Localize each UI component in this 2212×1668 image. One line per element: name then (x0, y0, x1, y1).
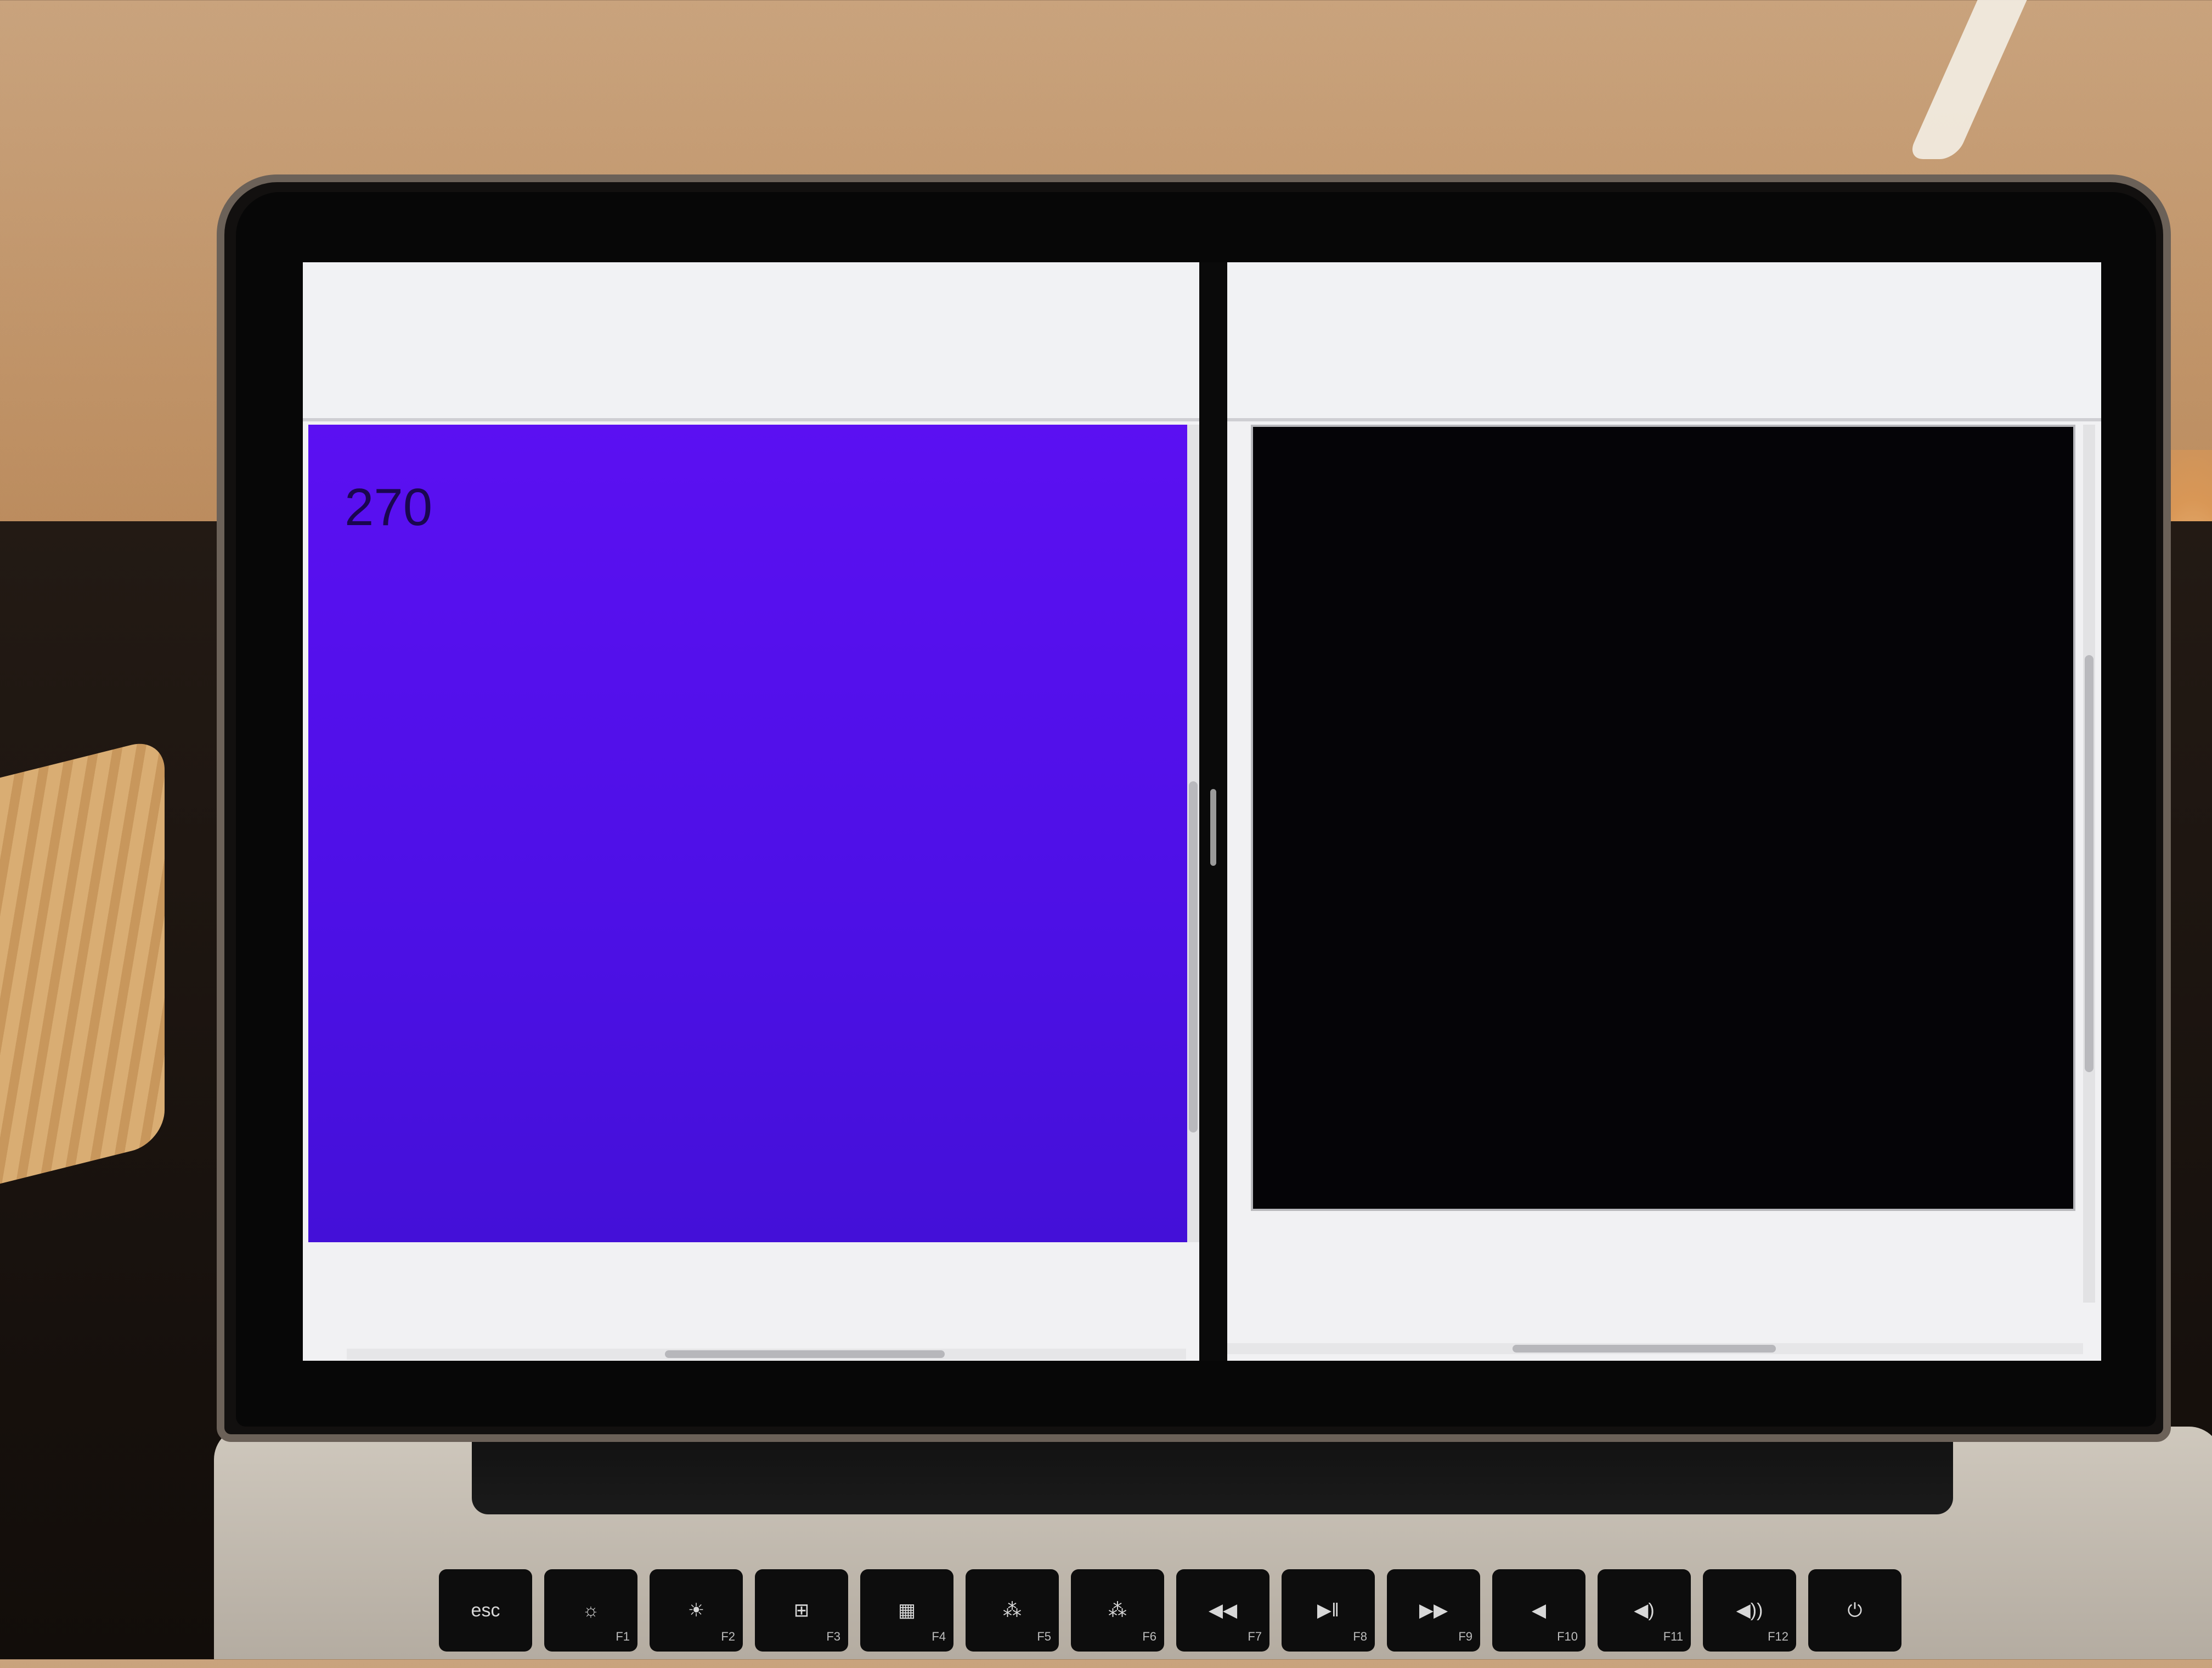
key-fn-label: F2 (721, 1630, 735, 1643)
purple-color-canvas[interactable]: 270 (308, 425, 1197, 1242)
key-label: ☼ (582, 1599, 600, 1621)
keyboard-key[interactable]: esc (439, 1569, 532, 1652)
right-vertical-scrollbar[interactable] (2083, 425, 2095, 1303)
screen: 270 (303, 262, 2101, 1361)
key-label: ◀) (1634, 1600, 1655, 1621)
split-view-divider[interactable] (1199, 262, 1227, 1361)
toolbar-divider (1227, 418, 2101, 421)
keyboard-key[interactable]: ◀◀ F7 (1176, 1569, 1269, 1652)
keyboard-key[interactable]: ⁂ F5 (966, 1569, 1059, 1652)
key-label: ⏻ (1847, 1599, 1863, 1621)
keyboard-key[interactable]: ▶‖ F8 (1282, 1569, 1375, 1652)
left-pane-toolbar (303, 262, 1199, 421)
left-horizontal-scrollbar[interactable] (347, 1349, 1186, 1360)
key-label: ▶‖ (1317, 1600, 1340, 1621)
key-fn-label: F3 (826, 1630, 840, 1643)
key-label: ☀ (687, 1600, 705, 1621)
keyboard-key[interactable]: ☀ F2 (650, 1569, 743, 1652)
keyboard-key[interactable]: ⊞ F3 (755, 1569, 848, 1652)
key-label: ◀ (1531, 1600, 1547, 1621)
keyboard-key[interactable]: ☼ F1 (544, 1569, 637, 1652)
keyboard-key[interactable]: ◀) F11 (1598, 1569, 1691, 1652)
key-label: ▦ (898, 1600, 916, 1621)
keyboard-key[interactable]: ▶▶ F9 (1387, 1569, 1480, 1652)
wooden-stand (0, 736, 165, 1184)
key-fn-label: F10 (1557, 1630, 1578, 1643)
key-label: ⁂ (1108, 1600, 1127, 1621)
key-fn-label: F5 (1037, 1630, 1051, 1643)
key-fn-label: F7 (1248, 1630, 1262, 1643)
left-vertical-scroll-thumb[interactable] (1189, 781, 1198, 1132)
key-label: ◀◀ (1208, 1600, 1238, 1621)
lamp (1906, 0, 2027, 159)
left-horizontal-scroll-thumb[interactable] (665, 1350, 945, 1358)
key-fn-label: F1 (616, 1630, 630, 1643)
key-fn-label: F6 (1142, 1630, 1156, 1643)
key-label: ▶▶ (1419, 1600, 1448, 1621)
right-pane-toolbar (1227, 262, 2101, 421)
left-pane: 270 (303, 262, 1199, 1361)
keyboard-key[interactable]: ▦ F4 (860, 1569, 953, 1652)
key-label: ⁂ (1003, 1600, 1022, 1621)
keyboard-function-row: esc ☼ F1 ☀ F2 ⊞ F3 ▦ F4 ⁂ F5 ⁂ F6 ◀◀ F7 ▶‖ F8 ▶▶ F9 ◀ F10 ◀) F… (439, 1569, 2030, 1668)
divider-handle[interactable] (1210, 789, 1216, 866)
left-vertical-scrollbar[interactable] (1187, 425, 1199, 1242)
key-fn-label: F8 (1353, 1630, 1367, 1643)
keyboard-key[interactable]: ⏻ (1808, 1569, 1901, 1652)
toolbar-divider (303, 418, 1199, 421)
key-label: ⊞ (793, 1600, 810, 1621)
key-fn-label: F12 (1768, 1630, 1788, 1643)
right-pane (1227, 262, 2101, 1361)
value-readout: 270 (345, 478, 433, 537)
right-horizontal-scroll-thumb[interactable] (1513, 1345, 1776, 1353)
right-horizontal-scrollbar[interactable] (1227, 1343, 2083, 1354)
key-fn-label: F11 (1663, 1630, 1683, 1643)
keyboard-key[interactable]: ◀)) F12 (1703, 1569, 1796, 1652)
key-fn-label: F4 (932, 1630, 946, 1643)
key-label: esc (471, 1599, 500, 1621)
right-vertical-scroll-thumb[interactable] (2085, 655, 2094, 1072)
key-label: ◀)) (1736, 1600, 1763, 1621)
key-fn-label: F9 (1458, 1630, 1472, 1643)
black-canvas[interactable] (1251, 425, 2075, 1211)
keyboard-key[interactable]: ◀ F10 (1492, 1569, 1585, 1652)
keyboard-key[interactable]: ⁂ F6 (1071, 1569, 1164, 1652)
